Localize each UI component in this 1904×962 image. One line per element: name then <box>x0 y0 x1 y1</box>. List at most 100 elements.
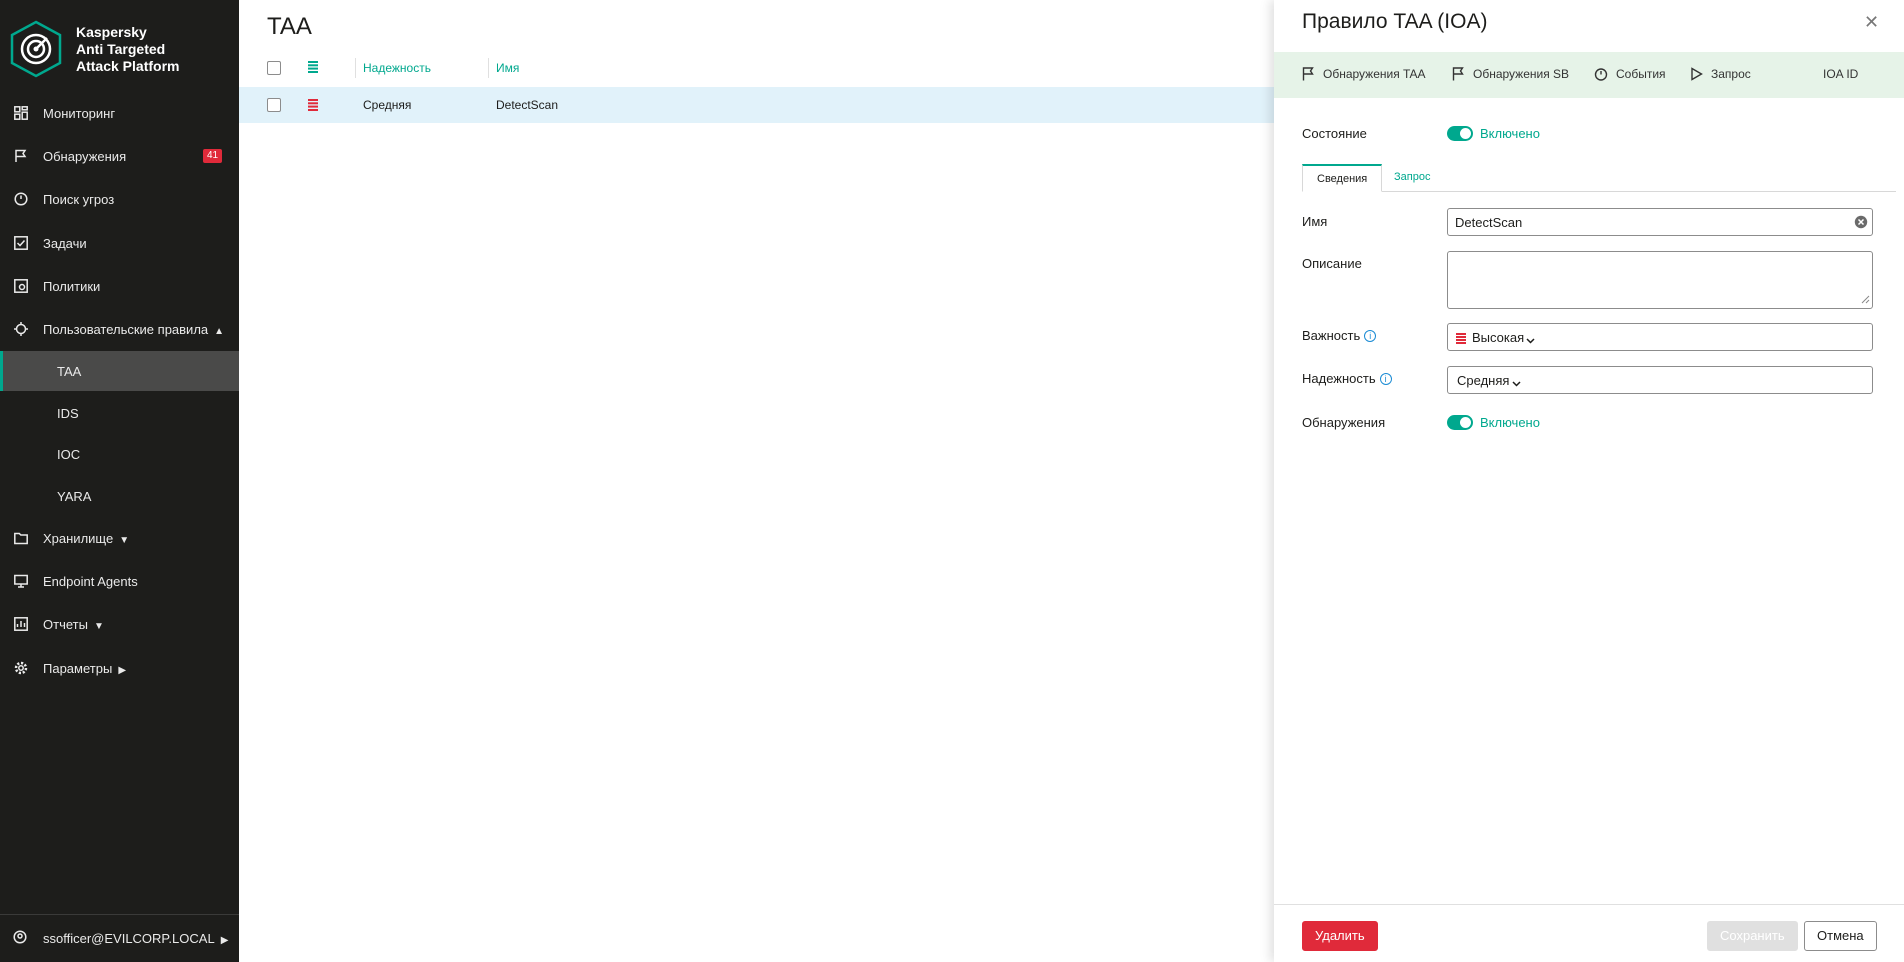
threat-hunting-icon <box>13 191 29 207</box>
brand-line-1: Kaspersky <box>76 23 147 40</box>
reliability-select[interactable]: Средняя <box>1447 366 1873 394</box>
sidebar-item-ioc[interactable]: IOC <box>0 434 239 474</box>
sidebar-item-label-text: Отчеты <box>43 616 88 632</box>
sidebar-item-ids[interactable]: IDS <box>0 393 239 433</box>
save-button[interactable]: Сохранить <box>1707 921 1798 951</box>
drawer-tabs: Сведения Запрос <box>1302 164 1896 192</box>
importance-label-text: Важность <box>1302 328 1361 343</box>
report-icon <box>13 616 29 632</box>
cancel-button[interactable]: Отмена <box>1804 921 1877 951</box>
gear-icon <box>13 660 29 676</box>
row-name: DetectScan <box>496 98 559 112</box>
query-label: Запрос <box>1711 67 1751 81</box>
sidebar-item-label: Задачи <box>43 235 87 251</box>
flag-icon <box>1452 67 1464 81</box>
clear-input-icon[interactable] <box>1854 215 1868 232</box>
sidebar-item-label: YARA <box>57 488 92 504</box>
task-checkbox-icon <box>13 235 29 251</box>
chevron-up-icon: ▲ <box>214 325 225 337</box>
column-separator[interactable] <box>488 58 489 78</box>
brand-name: Kaspersky Anti Targeted Attack Platform <box>76 24 179 75</box>
sidebar-item-detections[interactable]: Обнаружения 41 <box>0 136 239 176</box>
sidebar-item-label: Пользовательские правила ▲ <box>43 322 224 337</box>
tab-query[interactable]: Запрос <box>1380 164 1444 192</box>
sidebar-item-label: Обнаружения <box>43 148 127 164</box>
user-avatar-icon <box>13 930 27 947</box>
sb-detections-button[interactable]: Обнаружения SB <box>1452 67 1569 81</box>
sidebar-item-label: Endpoint Agents <box>43 573 138 589</box>
taa-detections-button[interactable]: Обнаружения TAA <box>1302 67 1426 81</box>
resize-handle-icon[interactable] <box>1861 292 1870 307</box>
main-content: TAA Надежность Имя Средняя DetectScan <box>239 0 1274 962</box>
drawer-title: Правило TAA (IOA) <box>1302 10 1488 33</box>
sidebar-item-yara[interactable]: YARA <box>0 476 239 516</box>
sidebar-item-label: Отчеты ▼ <box>43 617 104 632</box>
state-value: Включено <box>1480 126 1540 141</box>
delete-button[interactable]: Удалить <box>1302 921 1378 951</box>
importance-high-icon <box>1456 332 1466 347</box>
taa-detections-label: Обнаружения TAA <box>1323 67 1426 81</box>
chevron-down-icon: ▼ <box>119 534 130 546</box>
ioa-id-button[interactable]: IOA ID <box>1823 67 1858 81</box>
detections-value: Включено <box>1480 415 1540 430</box>
sidebar-item-threat-hunting[interactable]: Поиск угроз <box>0 179 239 219</box>
sidebar-item-tasks[interactable]: Задачи <box>0 223 239 263</box>
page-title: TAA <box>267 13 312 40</box>
user-name: ssofficer@EVILCORP.LOCAL ▶ <box>43 931 228 946</box>
user-menu[interactable]: ssofficer@EVILCORP.LOCAL ▶ <box>0 914 239 962</box>
info-icon[interactable]: i <box>1379 373 1392 385</box>
flag-icon <box>13 148 29 164</box>
sidebar-item-label: Поиск угроз <box>43 191 115 207</box>
detections-toggle[interactable] <box>1447 415 1473 430</box>
chevron-down-icon <box>1512 375 1521 390</box>
sidebar-item-settings[interactable]: Параметры ▶ <box>0 648 239 688</box>
sidebar-item-label-text: Пользовательские правила <box>43 321 209 337</box>
sidebar-item-label: IDS <box>57 405 79 421</box>
sidebar-item-label-text: Параметры <box>43 660 113 676</box>
description-label: Описание <box>1302 256 1362 271</box>
column-header-name[interactable]: Имя <box>496 61 519 75</box>
sidebar-item-reports[interactable]: Отчеты ▼ <box>0 604 239 644</box>
sidebar-item-endpoint-agents[interactable]: Endpoint Agents <box>0 561 239 601</box>
crosshair-icon <box>13 321 29 337</box>
chevron-down-icon: ▼ <box>93 620 104 632</box>
events-icon <box>1594 68 1608 81</box>
events-button[interactable]: События <box>1594 67 1666 81</box>
sidebar: Kaspersky Anti Targeted Attack Platform … <box>0 0 239 962</box>
reliability-value: Средняя <box>1457 373 1510 388</box>
sidebar-item-taa[interactable]: TAA <box>0 351 239 391</box>
description-textarea[interactable] <box>1447 251 1873 309</box>
close-icon[interactable]: ✕ <box>1864 12 1879 33</box>
importance-select[interactable]: Высокая <box>1447 323 1873 351</box>
row-checkbox[interactable] <box>267 98 281 112</box>
chevron-right-icon: ▶ <box>220 935 229 946</box>
column-header-reliability[interactable]: Надежность <box>363 61 431 75</box>
sidebar-item-policies[interactable]: Политики <box>0 266 239 306</box>
info-icon[interactable]: i <box>1364 330 1377 342</box>
importance-column-icon[interactable] <box>308 61 318 76</box>
chevron-down-icon <box>1526 332 1535 347</box>
name-label: Имя <box>1302 214 1328 229</box>
state-toggle[interactable] <box>1447 126 1473 141</box>
policy-icon <box>13 278 29 294</box>
sidebar-item-custom-rules[interactable]: Пользовательские правила ▲ <box>0 309 239 349</box>
sidebar-item-label: Параметры ▶ <box>43 661 126 676</box>
column-separator[interactable] <box>355 58 356 78</box>
user-name-text: ssofficer@EVILCORP.LOCAL <box>43 931 215 946</box>
select-all-checkbox[interactable] <box>267 61 281 75</box>
table-row[interactable]: Средняя DetectScan <box>239 87 1274 123</box>
sidebar-item-label: IOC <box>57 446 81 462</box>
table-header: Надежность Имя <box>239 52 1274 84</box>
query-button[interactable]: Запрос <box>1690 67 1751 81</box>
sidebar-item-label: TAA <box>57 363 82 379</box>
brand[interactable]: Kaspersky Anti Targeted Attack Platform <box>10 20 179 78</box>
monitor-icon <box>13 573 29 589</box>
drawer-action-bar: Обнаружения TAA Обнаружения SB События З… <box>1274 52 1904 98</box>
brand-line-3: Attack Platform <box>76 57 180 74</box>
events-label: События <box>1616 67 1666 81</box>
tab-details[interactable]: Сведения <box>1302 164 1383 192</box>
name-field[interactable]: DetectScan <box>1447 208 1873 236</box>
sidebar-item-monitoring[interactable]: Мониторинг <box>0 93 239 133</box>
reliability-label: Надежность i <box>1302 371 1392 386</box>
sidebar-item-storage[interactable]: Хранилище ▼ <box>0 518 239 558</box>
